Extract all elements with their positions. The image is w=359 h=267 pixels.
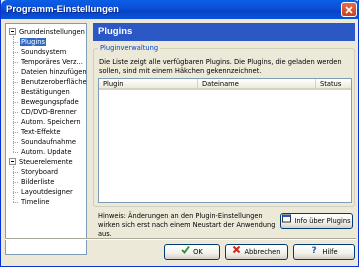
plugin-list-header: Plugin Dateiname Status: [99, 79, 351, 90]
settings-tree[interactable]: Grundeinstellungen Plugins Soundsystem Temp…: [5, 23, 87, 255]
tree-item-label: Storyboard: [21, 168, 58, 176]
tree-item[interactable]: Text-Effekte: [20, 127, 62, 137]
ok-button[interactable]: OK: [164, 244, 220, 260]
tree-item[interactable]: Temporäres Verz...: [20, 57, 84, 67]
tree-item-label: Dateien hinzufügen: [21, 68, 87, 76]
tree-connector: [13, 36, 14, 152]
footer-separator: [5, 238, 356, 240]
check-icon: [181, 245, 190, 259]
tree-item[interactable]: Storyboard: [20, 167, 59, 177]
tree-connector: [13, 202, 18, 203]
cancel-label: Abbrechen: [244, 248, 281, 256]
help-button[interactable]: ? Hilfe: [293, 244, 355, 260]
tree-item[interactable]: Steuerelemente: [18, 157, 74, 167]
settings-window: Programm-Einstellungen Grundeinstellunge…: [0, 0, 359, 267]
tree-item[interactable]: Timeline: [20, 197, 50, 207]
tree-item-label: Grundeinstellungen: [19, 28, 85, 36]
tree-item-label: Autom. Update: [21, 148, 72, 156]
panel-title: Plugins: [98, 26, 133, 37]
tree-item[interactable]: Grundeinstellungen: [18, 27, 86, 37]
tree-item-label: Soundaufnahme: [21, 138, 76, 146]
plugin-info-label: Info über Plugins: [294, 217, 351, 225]
tree-item[interactable]: Bestätigungen: [20, 87, 71, 97]
tree-item[interactable]: CD/DVD-Brenner: [20, 107, 78, 117]
tree-item-label: Autom. Speichern: [21, 118, 81, 126]
tree-item[interactable]: Bewegungspfade: [20, 97, 80, 107]
tree-item-label: Benutzeroberfläche: [21, 78, 87, 86]
tree-item[interactable]: Soundsystem: [20, 47, 67, 57]
close-button[interactable]: [341, 2, 357, 17]
tree-item[interactable]: Dateien hinzufügen: [20, 67, 88, 77]
ok-label: OK: [193, 248, 203, 256]
title-bar[interactable]: Programm-Einstellungen: [1, 0, 359, 19]
group-label: Pluginverwaltung: [98, 44, 161, 52]
tree-expander-icon[interactable]: [9, 158, 16, 165]
cancel-button[interactable]: Abbrechen: [225, 244, 288, 260]
tree-item-label: CD/DVD-Brenner: [21, 108, 77, 116]
tree-item[interactable]: Bilderliste: [20, 177, 55, 187]
tree-item-label: Bestätigungen: [21, 88, 70, 96]
tree-item[interactable]: Plugins: [20, 37, 46, 47]
column-header-plugin[interactable]: Plugin: [99, 79, 198, 89]
help-label: Hilfe: [322, 248, 338, 256]
plugin-info-button[interactable]: Info über Plugins: [280, 213, 353, 229]
tree-item-label: Bewegungspfade: [21, 98, 79, 106]
tree-item-label: Steuerelemente: [19, 158, 73, 166]
tree-item-label: Soundsystem: [21, 48, 67, 56]
window-title: Programm-Einstellungen: [6, 4, 119, 15]
tree-item[interactable]: Soundaufnahme: [20, 137, 77, 147]
tree-item-label: Timeline: [21, 198, 50, 206]
restart-hint: Hinweis: Änderungen an den Plugin-Einste…: [98, 212, 276, 238]
panel-description: Die Liste zeigt alle verfügbaren Plugins…: [99, 58, 342, 75]
column-header-dateiname[interactable]: Dateiname: [198, 79, 316, 89]
tree-item-label: Bilderliste: [21, 178, 55, 186]
tree-expander-icon[interactable]: [9, 28, 16, 35]
tree-item-label: Text-Effekte: [21, 128, 61, 136]
tree-item[interactable]: Autom. Speichern: [20, 117, 82, 127]
tree-item-label: Layoutdesigner: [21, 188, 73, 196]
tree-item[interactable]: Layoutdesigner: [20, 187, 74, 197]
tree-item[interactable]: Benutzeroberfläche: [20, 77, 88, 87]
tree-item-label: Plugins: [20, 38, 46, 46]
svg-text:?: ?: [312, 246, 317, 254]
column-header-status[interactable]: Status: [316, 79, 351, 89]
plugin-list[interactable]: Plugin Dateiname Status: [98, 78, 352, 203]
tree-connector: [13, 166, 14, 202]
tree-connector: [13, 152, 18, 153]
help-icon: ?: [310, 245, 319, 259]
tree-item[interactable]: Autom. Update: [20, 147, 73, 157]
tree-item-label: Temporäres Verz...: [21, 58, 83, 66]
close-icon: [345, 6, 353, 14]
panel-header: Plugins: [93, 23, 355, 41]
info-icon: [282, 214, 292, 228]
cancel-x-icon: [232, 245, 241, 259]
